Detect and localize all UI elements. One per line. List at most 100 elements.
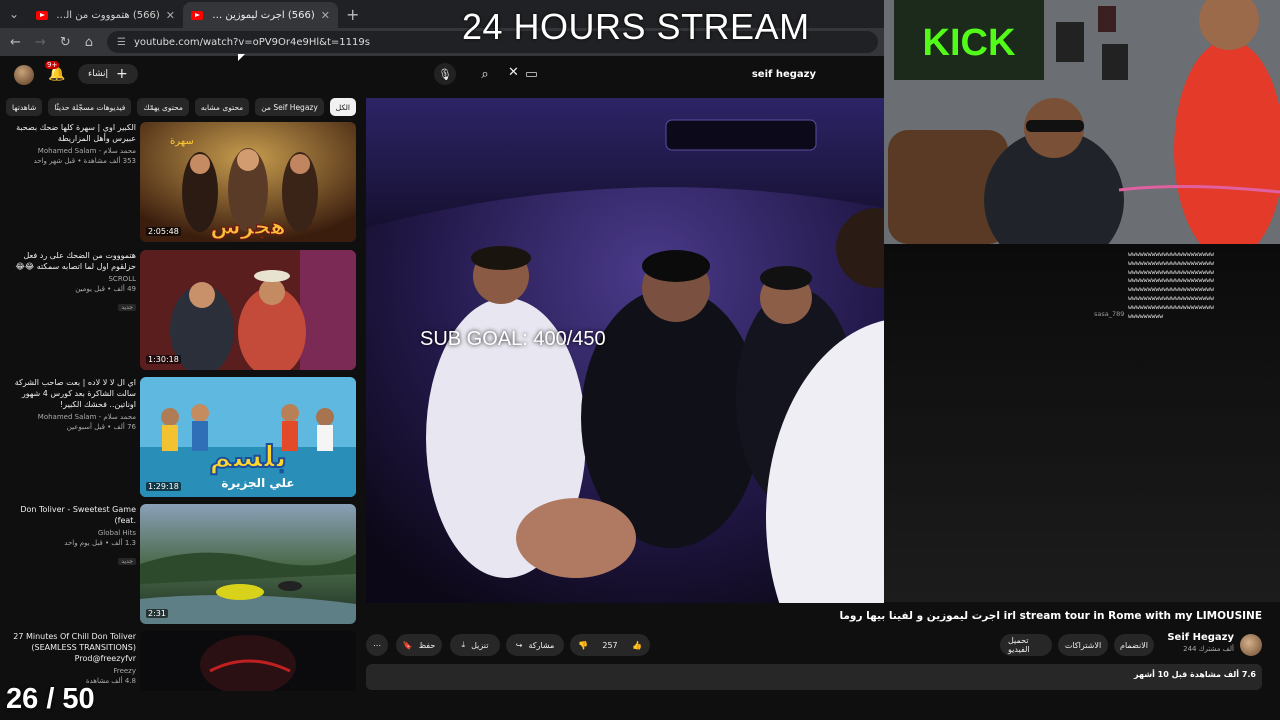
list-item[interactable]: 1:30:18 هتموووت من الضحك على رد فعل حزلق… [0,250,356,372]
share-label: مشاركة [528,640,555,650]
bookmark-icon: 🔖 [402,640,413,650]
svg-text:علي الجزيرة: علي الجزيرة [221,476,294,490]
video-title[interactable]: اي ال لا لا لاده | بعت صاحب الشركة سالت … [6,377,136,410]
chat-line: wwwwwwwwwwwwwwwwwwwwww [1128,267,1215,276]
share-icon: ↪ [515,640,523,650]
chip-for-you[interactable]: محتوى يهمّك [137,98,189,116]
views-line: 7.6 ألف مشاهدة قبل 10 أشهر [1133,670,1256,679]
dislike-icon[interactable]: 👎 [578,641,588,650]
download-button[interactable]: ⤓ تنزيل [450,634,500,656]
chip-watched[interactable]: شاهدتها [6,98,43,116]
chat-line: wwwwwwwww [1128,311,1164,320]
chip-recently-uploaded[interactable]: فيديوهات مسجّلة حديثًا [48,98,132,116]
chat-line: wwwwwwwwwwwwwwwwwwwwww [1128,285,1215,294]
notification-badge: 9+ [45,61,60,69]
home-icon[interactable]: ⌂ [85,35,93,50]
download-icon: ⤓ [461,640,466,649]
create-label: إنشاء [88,69,109,79]
list-item[interactable]: 2:31 Don Toliver - Sweetest Game (feat. … [0,504,356,626]
close-icon[interactable]: ✕ [166,9,175,22]
video-info: الكبير اوي | سهرة كلها ضحك بصحبة عبيرس و… [6,122,136,166]
bell-icon[interactable]: 🔔 9+ [45,61,68,84]
video-meta: 76 ألف • قبل أسبوعين [66,423,136,431]
chat-line: wwwwwwwwwwwwwwwwwwwwww [1128,293,1215,302]
download-video-label: تحميل الفيديو [1008,636,1030,654]
video-info: هتموووت من الضحك على رد فعل حزلقوم اول ل… [6,250,136,313]
more-icon: ⋯ [373,640,381,650]
subscribe-button[interactable]: الاشتراكات [1058,634,1108,656]
browser-tab-active[interactable]: (566) اجرت ليموزين و لفينا بيها ر ✕ [183,2,338,28]
svg-text:هجرس: هجرس [210,215,285,240]
site-info-icon[interactable]: ☰ [117,37,126,48]
tab-title: (566) هتموووت من الضحك على رد [54,9,160,21]
duration-badge: 2:05:48 [146,227,181,236]
channel-name[interactable]: SCROLL [6,274,136,284]
stream-title-overlay: 24 HOURS STREAM [462,6,810,47]
chat-line: wwwwwwwwwwwwwwwwwwwwww [1128,302,1215,311]
chip-from-channel[interactable]: من Seif Hegazy [255,98,324,116]
video-thumbnail[interactable]: هجرس سهرة [140,122,356,242]
duration-badge: 2:31 [146,609,168,618]
video-thumbnail[interactable] [140,504,356,624]
chip-related[interactable]: محتوى مشابه [194,98,250,116]
chat-line: wwwwwwwwwwwwwwwwwwwwww [1128,258,1215,267]
save-button[interactable]: 🔖 حفظ [396,634,442,656]
save-label: حفظ [418,640,436,650]
share-button[interactable]: ↪ مشاركة [506,634,564,656]
tab-title: (566) اجرت ليموزين و لفينا بيها ر [209,9,315,21]
stream-chat-overlay: wwwwwwwwwwwwwwwwwwwwww wwwwwwwwwwwwwwwww… [884,244,1280,602]
clear-search-icon[interactable]: ✕ [508,65,519,80]
video-thumbnail[interactable] [140,631,356,691]
video-title[interactable]: الكبير اوي | سهرة كلها ضحك بصحبة عبيرس و… [6,122,136,144]
like-dislike-group: 👎 257 👍 [570,634,650,656]
video-info: اي ال لا لا لاده | بعت صاحب الشركة سالت … [6,377,136,432]
like-count: 257 [602,640,618,650]
svg-text:بلسم: بلسم [209,440,287,475]
list-item[interactable]: 27 Minutes Of Chill Don Toliver (SEAMLES… [0,631,356,691]
video-title[interactable]: 27 Minutes Of Chill Don Toliver (SEAMLES… [6,631,136,664]
channel-name[interactable]: Freezy [6,666,136,676]
avatar[interactable] [14,65,34,85]
list-item[interactable]: بلسم علي الجزيرة 1:29:18 اي ال لا لا لاد… [0,377,356,499]
webcam-overlay: KICK [884,0,1280,244]
browser-tab[interactable]: (566) هتموووت من الضحك على رد ✕ [28,2,183,28]
video-thumbnail[interactable] [140,250,356,370]
create-button[interactable]: إنشاء + [78,64,138,84]
back-icon[interactable]: ← [10,35,21,50]
video-thumbnail[interactable]: بلسم علي الجزيرة [140,377,356,497]
download-video-button[interactable]: تحميل الفيديو [1000,634,1052,656]
duration-badge: 1:30:18 [146,355,181,364]
video-title[interactable]: Don Toliver - Sweetest Game (feat. [6,504,136,526]
video-meta: 49 ألف • قبل يومين [75,285,136,293]
new-tab-icon[interactable]: + [338,5,367,28]
mouse-cursor-icon [238,54,245,61]
filter-chips: الكل من Seif Hegazy محتوى مشابه محتوى يه… [6,98,356,116]
video-meta: 353 ألف مشاهدة • قبل شهر واحد [33,157,136,165]
more-options-button[interactable]: ⋯ [366,634,388,656]
join-button[interactable]: الانضمام [1114,634,1154,656]
search-icon[interactable]: ⌕ [474,63,496,85]
svg-text:سهرة: سهرة [170,136,194,147]
video-info: 27 Minutes Of Chill Don Toliver (SEAMLES… [6,631,136,686]
search-input[interactable]: seif hegazy [520,63,820,85]
reload-icon[interactable]: ↻ [60,35,71,50]
video-title[interactable]: هتموووت من الضحك على رد فعل حزلقوم اول ل… [6,250,136,272]
channel-avatar[interactable] [1240,634,1262,656]
chat-messages: wwwwwwwwwwwwwwwwwwwwww wwwwwwwwwwwwwwwww… [1128,250,1258,320]
chat-line: wwwwwwwwwwwwwwwwwwwwww [1128,276,1215,285]
list-item[interactable]: هجرس سهرة 2:05:48 الكبير اوي | سهرة كلها… [0,122,356,244]
channel-name[interactable]: Global Hits [6,528,136,538]
forward-icon[interactable]: → [35,35,46,50]
like-icon[interactable]: 👍 [632,641,642,650]
search-query: seif hegazy [751,68,816,80]
microphone-icon[interactable]: 🎙 [434,63,456,85]
close-icon[interactable]: ✕ [321,9,330,22]
chip-all[interactable]: الكل [329,98,356,116]
video-info: Don Toliver - Sweetest Game (feat. Globa… [6,504,136,567]
sub-goal-overlay: SUB GOAL: 400/450 [420,328,606,350]
channel-name[interactable]: Seif Hegazy [1150,632,1234,643]
channel-name[interactable]: محمد سلام - Mohamed Salam [6,412,136,422]
channel-name[interactable]: محمد سلام - Mohamed Salam [6,146,136,156]
chat-line: wwwwwwwwwwwwwwwwwwwwww [1128,250,1215,258]
tab-search-icon[interactable]: ⌄ [0,0,28,28]
